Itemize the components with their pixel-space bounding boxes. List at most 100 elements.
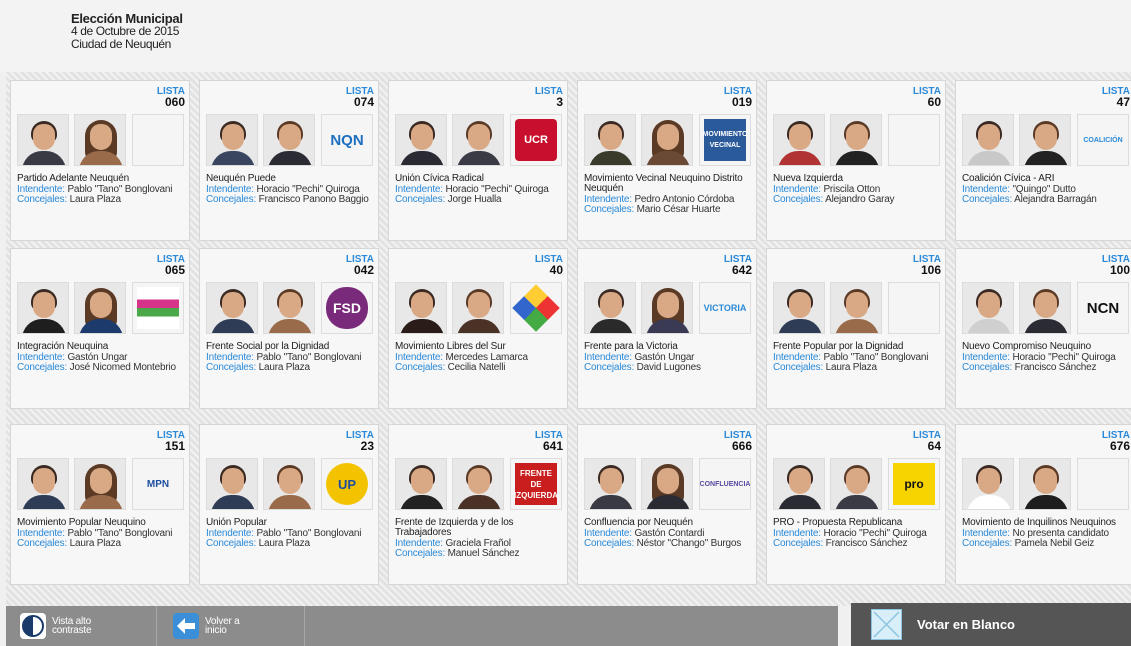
list-number-value: 40 xyxy=(549,263,563,277)
list-number-value: 64 xyxy=(927,439,941,453)
list-number-value: 074 xyxy=(353,95,374,109)
party-card[interactable]: LISTA 065 Integración Neuquina Intendent… xyxy=(10,248,190,409)
election-header: Elección Municipal 4 de Octubre de 2015 … xyxy=(0,0,1131,72)
list-number: LISTA 065 xyxy=(157,255,185,277)
party-logo: COALICIÓN xyxy=(1077,114,1129,166)
candidate-photos: MPN xyxy=(17,458,187,511)
party-card[interactable]: LISTA 64 pro PRO - Propuesta Republicana… xyxy=(766,424,946,585)
council-names: Laura Plaza xyxy=(69,194,121,205)
list-number: LISTA 074 xyxy=(346,87,374,109)
party-card[interactable]: LISTA 060 Partido Adelante Neuquén Inten… xyxy=(10,80,190,241)
council-candidate-photo xyxy=(263,114,315,166)
party-name: Frente de Izquierda y de los Trabajadore… xyxy=(395,517,514,538)
candidate-info: Frente de Izquierda y de los Trabajadore… xyxy=(395,518,567,559)
mayor-candidate-photo xyxy=(584,114,636,166)
list-number-value: 106 xyxy=(920,263,941,277)
party-card[interactable]: LISTA 47 COALICIÓN Coalición Cívica - AR… xyxy=(955,80,1131,241)
list-number: LISTA 47 xyxy=(1102,87,1130,109)
party-card[interactable]: LISTA 641 FRENTE DE IZQUIERDA Frente de … xyxy=(388,424,568,585)
inquilinos-logo-icon xyxy=(1082,463,1124,505)
blank-vote-button[interactable]: Votar en Blanco xyxy=(851,603,1131,646)
list-number-value: 100 xyxy=(1109,263,1130,277)
party-name: Coalición Cívica - ARI xyxy=(962,173,1055,184)
mayor-candidate-photo xyxy=(395,282,447,334)
blank-vote-icon xyxy=(871,609,902,640)
empty-icon xyxy=(137,119,179,161)
list-number: LISTA 676 xyxy=(1102,431,1130,453)
candidate-photos xyxy=(395,282,565,335)
party-card[interactable]: LISTA 151 MPN Movimiento Popular Neuquin… xyxy=(10,424,190,585)
party-card[interactable]: LISTA 042 FSD Frente Social por la Digni… xyxy=(199,248,379,409)
party-logo: UCR xyxy=(510,114,562,166)
vecinal-logo-icon: MOVIMIENTO VECINAL xyxy=(703,119,748,161)
party-card[interactable]: LISTA 642 VICTORIA Frente para la Victor… xyxy=(577,248,757,409)
council-label: Concejales: xyxy=(584,204,635,215)
list-number: LISTA 151 xyxy=(157,431,185,453)
high-contrast-button[interactable]: Vista alto contraste xyxy=(20,610,92,642)
party-card[interactable]: LISTA 106 Frente Popular por la Dignidad… xyxy=(766,248,946,409)
candidate-info: Nuevo Compromiso Neuquino Intendente: Ho… xyxy=(962,342,1131,373)
council-candidate-photo xyxy=(1019,114,1071,166)
candidate-photos xyxy=(773,282,943,335)
list-number-value: 060 xyxy=(164,95,185,109)
council-names: Manuel Sánchez xyxy=(447,548,520,559)
party-name: Unión Popular xyxy=(206,517,267,528)
council-label: Concejales: xyxy=(17,362,68,373)
contrast-icon xyxy=(20,613,46,639)
council-names: Cecilia Natelli xyxy=(447,362,506,373)
candidate-info: Frente Popular por la Dignidad Intendent… xyxy=(773,342,945,373)
footer-divider xyxy=(304,606,305,646)
candidate-photos: UCR xyxy=(395,114,565,167)
council-names: Laura Plaza xyxy=(825,362,877,373)
fit-logo-icon: FRENTE DE IZQUIERDA xyxy=(514,463,558,505)
party-name: Movimiento Vecinal Neuquino Distrito Neu… xyxy=(584,173,743,194)
candidate-info: Partido Adelante Neuquén Intendente: Pab… xyxy=(17,174,189,205)
mayor-candidate-photo xyxy=(395,458,447,510)
party-card[interactable]: LISTA 019 MOVIMIENTO VECINAL Movimiento … xyxy=(577,80,757,241)
list-number: LISTA 666 xyxy=(724,431,752,453)
party-card[interactable]: LISTA 3 UCR Unión Cívica Radical Intende… xyxy=(388,80,568,241)
back-home-label: Volver a inicio xyxy=(205,616,240,636)
candidate-photos: VICTORIA xyxy=(584,282,754,335)
fsd-logo-icon: FSD xyxy=(326,287,368,329)
party-card[interactable]: LISTA 100 NCN Nuevo Compromiso Neuquino … xyxy=(955,248,1131,409)
mayor-candidate-photo xyxy=(773,282,825,334)
party-card[interactable]: LISTA 074 NQN Neuquén Puede Intendente: … xyxy=(199,80,379,241)
party-card[interactable]: LISTA 676 Movimiento de Inquilinos Neuqu… xyxy=(955,424,1131,585)
candidate-photos: NCN xyxy=(962,282,1131,335)
candidate-photos xyxy=(17,114,187,167)
party-name: Nueva Izquierda xyxy=(773,173,843,184)
party-card[interactable]: LISTA 23 UP Unión Popular Intendente: Pa… xyxy=(199,424,379,585)
party-name: Partido Adelante Neuquén xyxy=(17,173,129,184)
party-name: Frente para la Victoria xyxy=(584,341,678,352)
list-number-value: 019 xyxy=(731,95,752,109)
mpn-logo-icon: MPN xyxy=(146,478,170,490)
council-names: Francisco Sánchez xyxy=(1014,362,1097,373)
ncn-logo-icon: NCN xyxy=(1086,299,1120,317)
mayor-candidate-photo xyxy=(395,114,447,166)
mayor-candidate-photo xyxy=(17,458,69,510)
back-home-button[interactable]: Volver a inicio xyxy=(173,610,245,642)
candidate-photos: COALICIÓN xyxy=(962,114,1131,167)
council-candidate-photo xyxy=(452,114,504,166)
party-name: Movimiento Libres del Sur xyxy=(395,341,506,352)
candidate-info: PRO - Propuesta Republicana Intendente: … xyxy=(773,518,945,549)
list-number-value: 151 xyxy=(164,439,185,453)
list-number: LISTA 100 xyxy=(1102,255,1130,277)
mayor-candidate-photo xyxy=(962,282,1014,334)
council-candidate-photo xyxy=(641,282,693,334)
candidate-info: Movimiento Popular Neuquino Intendente: … xyxy=(17,518,189,549)
council-candidate-photo xyxy=(74,282,126,334)
party-logo xyxy=(888,114,940,166)
empty-icon xyxy=(893,287,935,329)
party-card[interactable]: LISTA 60 Nueva Izquierda Intendente: Pri… xyxy=(766,80,946,241)
council-label: Concejales: xyxy=(206,194,257,205)
council-names: Laura Plaza xyxy=(258,538,310,549)
party-card[interactable]: LISTA 40 Movimiento Libres del Sur Inten… xyxy=(388,248,568,409)
council-label: Concejales: xyxy=(395,548,446,559)
list-number: LISTA 060 xyxy=(157,87,185,109)
candidate-photos xyxy=(962,458,1131,511)
council-candidate-photo xyxy=(1019,458,1071,510)
council-names: Francisco Panono Baggio xyxy=(258,194,369,205)
party-card[interactable]: LISTA 666 CONFLUENCIA Confluencia por Ne… xyxy=(577,424,757,585)
